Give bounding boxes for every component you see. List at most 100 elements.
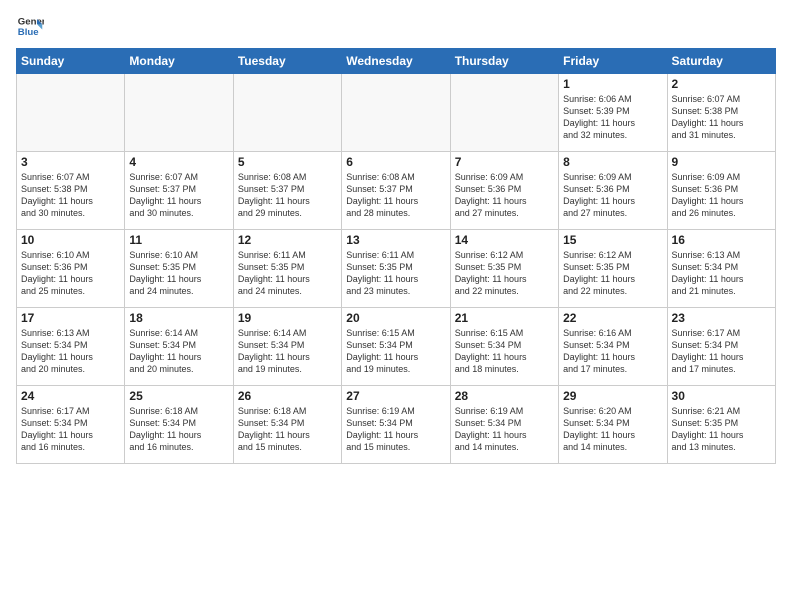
day-info: Sunrise: 6:18 AM Sunset: 5:34 PM Dayligh…	[129, 405, 228, 454]
weekday-header-thursday: Thursday	[450, 49, 558, 74]
calendar-cell: 24Sunrise: 6:17 AM Sunset: 5:34 PM Dayli…	[17, 386, 125, 464]
day-info: Sunrise: 6:11 AM Sunset: 5:35 PM Dayligh…	[238, 249, 337, 298]
week-row-4: 17Sunrise: 6:13 AM Sunset: 5:34 PM Dayli…	[17, 308, 776, 386]
calendar-cell: 30 Sunrise: 6:21 AM Sunset: 5:35 PM Dayli…	[667, 386, 775, 464]
day-info: Sunrise: 6:07 AM Sunset: 5:38 PM Dayligh…	[672, 93, 771, 142]
calendar-page: General Blue SundayMondayTuesdayWednesda…	[0, 0, 792, 612]
calendar-cell: 4 Sunrise: 6:07 AM Sunset: 5:37 PM Daylig…	[125, 152, 233, 230]
day-number: 27	[346, 389, 445, 403]
calendar-table: SundayMondayTuesdayWednesdayThursdayFrid…	[16, 48, 776, 464]
day-number: 14	[455, 233, 554, 247]
page-header: General Blue	[16, 12, 776, 40]
calendar-cell: 20Sunrise: 6:15 AM Sunset: 5:34 PM Dayli…	[342, 308, 450, 386]
calendar-cell	[342, 74, 450, 152]
svg-text:Blue: Blue	[18, 27, 39, 38]
calendar-cell: 25Sunrise: 6:18 AM Sunset: 5:34 PM Dayli…	[125, 386, 233, 464]
day-info: Sunrise: 6:14 AM Sunset: 5:34 PM Dayligh…	[238, 327, 337, 376]
day-info: Sunrise: 6:16 AM Sunset: 5:34 PM Dayligh…	[563, 327, 662, 376]
day-info: Sunrise: 6:18 AM Sunset: 5:34 PM Dayligh…	[238, 405, 337, 454]
calendar-cell: 5 Sunrise: 6:08 AM Sunset: 5:37 PM Daylig…	[233, 152, 341, 230]
day-info: Sunrise: 6:10 AM Sunset: 5:36 PM Dayligh…	[21, 249, 120, 298]
calendar-cell: 11 Sunrise: 6:10 AM Sunset: 5:35 PM Dayli…	[125, 230, 233, 308]
day-info: Sunrise: 6:15 AM Sunset: 5:34 PM Dayligh…	[346, 327, 445, 376]
day-number: 19	[238, 311, 337, 325]
day-number: 1	[563, 77, 662, 91]
calendar-cell	[125, 74, 233, 152]
calendar-cell: 12 Sunrise: 6:11 AM Sunset: 5:35 PM Dayli…	[233, 230, 341, 308]
week-row-3: 10Sunrise: 6:10 AM Sunset: 5:36 PM Dayli…	[17, 230, 776, 308]
calendar-cell: 28 Sunrise: 6:19 AM Sunset: 5:34 PM Dayli…	[450, 386, 558, 464]
week-row-1: 1 Sunrise: 6:06 AM Sunset: 5:39 PM Daylig…	[17, 74, 776, 152]
calendar-cell: 14 Sunrise: 6:12 AM Sunset: 5:35 PM Dayli…	[450, 230, 558, 308]
calendar-cell: 15 Sunrise: 6:12 AM Sunset: 5:35 PM Dayli…	[559, 230, 667, 308]
calendar-cell: 16 Sunrise: 6:13 AM Sunset: 5:34 PM Dayli…	[667, 230, 775, 308]
day-number: 30	[672, 389, 771, 403]
calendar-cell	[17, 74, 125, 152]
day-info: Sunrise: 6:17 AM Sunset: 5:34 PM Dayligh…	[672, 327, 771, 376]
calendar-cell: 9 Sunrise: 6:09 AM Sunset: 5:36 PM Daylig…	[667, 152, 775, 230]
weekday-header-sunday: Sunday	[17, 49, 125, 74]
day-info: Sunrise: 6:19 AM Sunset: 5:34 PM Dayligh…	[455, 405, 554, 454]
weekday-header-saturday: Saturday	[667, 49, 775, 74]
day-info: Sunrise: 6:07 AM Sunset: 5:38 PM Dayligh…	[21, 171, 120, 220]
day-number: 29	[563, 389, 662, 403]
calendar-cell: 1 Sunrise: 6:06 AM Sunset: 5:39 PM Daylig…	[559, 74, 667, 152]
weekday-header-wednesday: Wednesday	[342, 49, 450, 74]
calendar-cell: 27Sunrise: 6:19 AM Sunset: 5:34 PM Dayli…	[342, 386, 450, 464]
day-info: Sunrise: 6:07 AM Sunset: 5:37 PM Dayligh…	[129, 171, 228, 220]
weekday-header-row: SundayMondayTuesdayWednesdayThursdayFrid…	[17, 49, 776, 74]
day-info: Sunrise: 6:12 AM Sunset: 5:35 PM Dayligh…	[455, 249, 554, 298]
weekday-header-monday: Monday	[125, 49, 233, 74]
day-number: 21	[455, 311, 554, 325]
day-info: Sunrise: 6:09 AM Sunset: 5:36 PM Dayligh…	[455, 171, 554, 220]
calendar-cell: 26 Sunrise: 6:18 AM Sunset: 5:34 PM Dayli…	[233, 386, 341, 464]
day-info: Sunrise: 6:06 AM Sunset: 5:39 PM Dayligh…	[563, 93, 662, 142]
day-info: Sunrise: 6:08 AM Sunset: 5:37 PM Dayligh…	[346, 171, 445, 220]
day-info: Sunrise: 6:14 AM Sunset: 5:34 PM Dayligh…	[129, 327, 228, 376]
day-info: Sunrise: 6:20 AM Sunset: 5:34 PM Dayligh…	[563, 405, 662, 454]
day-info: Sunrise: 6:08 AM Sunset: 5:37 PM Dayligh…	[238, 171, 337, 220]
calendar-cell: 8Sunrise: 6:09 AM Sunset: 5:36 PM Daylig…	[559, 152, 667, 230]
calendar-cell: 23 Sunrise: 6:17 AM Sunset: 5:34 PM Dayli…	[667, 308, 775, 386]
calendar-cell: 17Sunrise: 6:13 AM Sunset: 5:34 PM Dayli…	[17, 308, 125, 386]
calendar-cell: 29 Sunrise: 6:20 AM Sunset: 5:34 PM Dayli…	[559, 386, 667, 464]
calendar-cell	[450, 74, 558, 152]
day-info: Sunrise: 6:11 AM Sunset: 5:35 PM Dayligh…	[346, 249, 445, 298]
day-info: Sunrise: 6:12 AM Sunset: 5:35 PM Dayligh…	[563, 249, 662, 298]
day-number: 24	[21, 389, 120, 403]
day-number: 5	[238, 155, 337, 169]
day-number: 6	[346, 155, 445, 169]
calendar-cell: 10Sunrise: 6:10 AM Sunset: 5:36 PM Dayli…	[17, 230, 125, 308]
calendar-cell	[233, 74, 341, 152]
day-number: 13	[346, 233, 445, 247]
day-number: 23	[672, 311, 771, 325]
day-number: 16	[672, 233, 771, 247]
day-number: 4	[129, 155, 228, 169]
calendar-cell: 7 Sunrise: 6:09 AM Sunset: 5:36 PM Daylig…	[450, 152, 558, 230]
day-info: Sunrise: 6:10 AM Sunset: 5:35 PM Dayligh…	[129, 249, 228, 298]
day-number: 15	[563, 233, 662, 247]
day-info: Sunrise: 6:13 AM Sunset: 5:34 PM Dayligh…	[672, 249, 771, 298]
weekday-header-tuesday: Tuesday	[233, 49, 341, 74]
calendar-cell: 2Sunrise: 6:07 AM Sunset: 5:38 PM Daylig…	[667, 74, 775, 152]
day-info: Sunrise: 6:09 AM Sunset: 5:36 PM Dayligh…	[672, 171, 771, 220]
day-info: Sunrise: 6:13 AM Sunset: 5:34 PM Dayligh…	[21, 327, 120, 376]
week-row-2: 3 Sunrise: 6:07 AM Sunset: 5:38 PM Daylig…	[17, 152, 776, 230]
day-number: 28	[455, 389, 554, 403]
calendar-cell: 18 Sunrise: 6:14 AM Sunset: 5:34 PM Dayli…	[125, 308, 233, 386]
calendar-cell: 6 Sunrise: 6:08 AM Sunset: 5:37 PM Daylig…	[342, 152, 450, 230]
day-number: 7	[455, 155, 554, 169]
week-row-5: 24Sunrise: 6:17 AM Sunset: 5:34 PM Dayli…	[17, 386, 776, 464]
logo: General Blue	[16, 12, 44, 40]
calendar-cell: 3 Sunrise: 6:07 AM Sunset: 5:38 PM Daylig…	[17, 152, 125, 230]
day-number: 3	[21, 155, 120, 169]
day-number: 12	[238, 233, 337, 247]
day-info: Sunrise: 6:09 AM Sunset: 5:36 PM Dayligh…	[563, 171, 662, 220]
day-info: Sunrise: 6:15 AM Sunset: 5:34 PM Dayligh…	[455, 327, 554, 376]
day-number: 11	[129, 233, 228, 247]
day-number: 9	[672, 155, 771, 169]
day-number: 26	[238, 389, 337, 403]
calendar-cell: 19 Sunrise: 6:14 AM Sunset: 5:34 PM Dayli…	[233, 308, 341, 386]
day-number: 18	[129, 311, 228, 325]
day-info: Sunrise: 6:21 AM Sunset: 5:35 PM Dayligh…	[672, 405, 771, 454]
